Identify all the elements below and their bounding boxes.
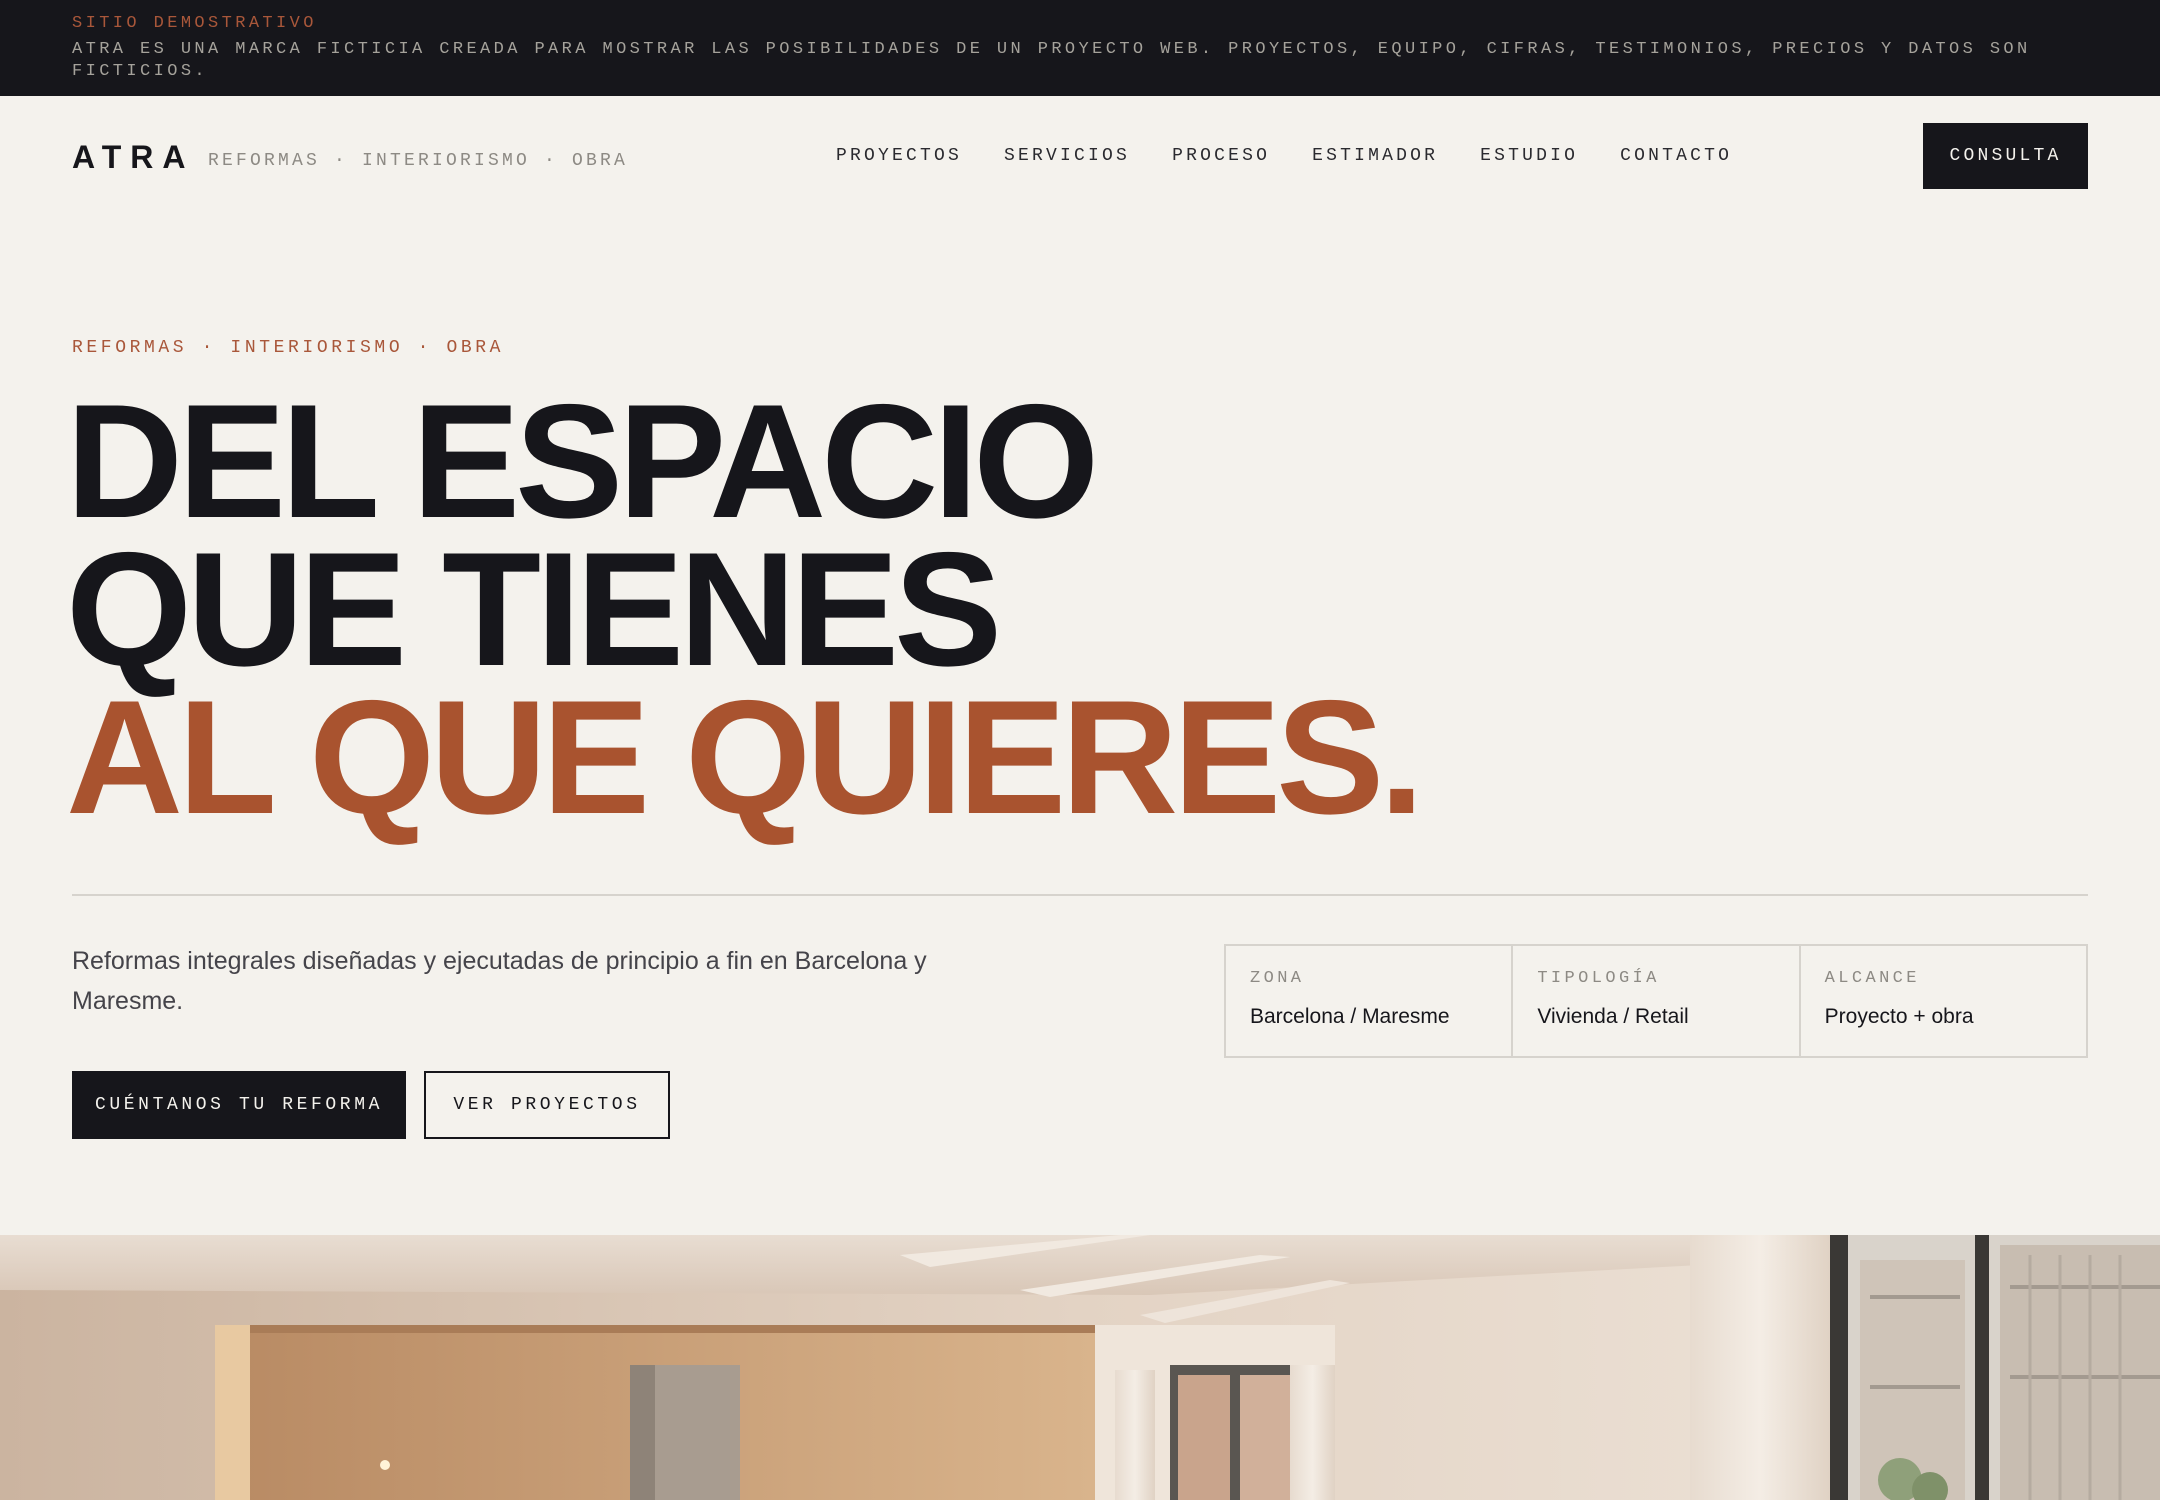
hero-eyebrow: REFORMAS · INTERIORISMO · OBRA [72,338,505,358]
demo-banner: SITIO DEMOSTRATIVO ATRA ES UNA MARCA FIC… [0,0,2160,96]
nav-item-estimador[interactable]: ESTIMADOR [1312,144,1438,168]
fact-tipologia: TIPOLOGÍA Vivienda / Retail [1513,946,1801,1056]
hero-headline: DEL ESPACIO QUE TIENES AL QUE QUIERES. [66,371,1566,848]
main-nav: PROYECTOS SERVICIOS PROCESO ESTIMADOR ES… [836,144,1774,168]
nav-item-contacto[interactable]: CONTACTO [1620,144,1732,168]
fact-value: Vivienda / Retail [1537,1005,1689,1028]
headline-line-1: DEL ESPACIO [66,371,1099,552]
site-logo[interactable]: ATRA [72,139,195,175]
headline-line-2: QUE TIENES [66,519,1002,700]
nav-item-servicios[interactable]: SERVICIOS [1004,144,1130,168]
fact-label: ZONA [1250,969,1305,988]
headline-line-3-accent: AL QUE QUIERES. [66,667,1424,848]
consulta-button[interactable]: CONSULTA [1923,123,2088,189]
nav-item-proceso[interactable]: PROCESO [1172,144,1270,168]
fact-value: Barcelona / Maresme [1250,1005,1450,1028]
nav-item-estudio[interactable]: ESTUDIO [1480,144,1578,168]
demo-banner-title: SITIO DEMOSTRATIVO [72,14,317,33]
fact-value: Proyecto + obra [1824,1005,1974,1028]
hero-facts: ZONA Barcelona / Maresme TIPOLOGÍA Vivie… [1224,944,2088,1058]
hero-intro: Reformas integrales diseñadas y ejecutad… [72,947,927,1015]
fact-zona: ZONA Barcelona / Maresme [1226,946,1514,1056]
header-tagline: REFORMAS · INTERIORISMO · OBRA [208,151,629,171]
demo-banner-text: ATRA ES UNA MARCA FICTICIA CREADA PARA M… [72,40,2031,81]
fact-label: ALCANCE [1824,969,1920,988]
cuentanos-reforma-button[interactable]: CUÉNTANOS TU REFORMA [72,1071,406,1139]
fact-label: TIPOLOGÍA [1537,969,1660,988]
ver-proyectos-button[interactable]: VER PROYECTOS [424,1071,670,1139]
hero-interior-photo [0,1235,2160,1500]
hero-divider [72,894,2088,896]
fact-alcance: ALCANCE Proyecto + obra [1801,946,2086,1056]
nav-item-proyectos[interactable]: PROYECTOS [836,144,962,168]
